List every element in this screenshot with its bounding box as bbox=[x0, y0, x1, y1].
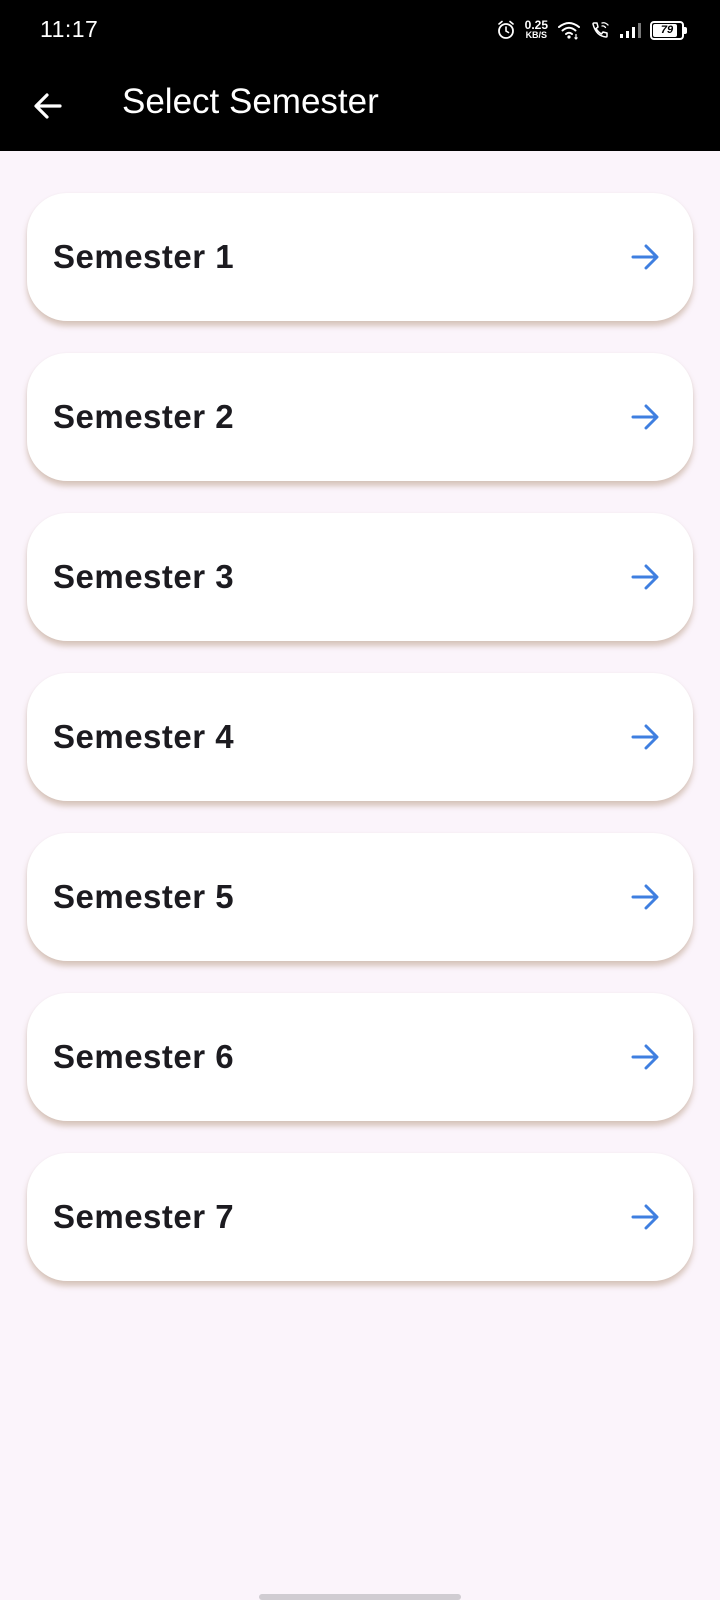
net-speed-unit: KB/S bbox=[525, 30, 548, 40]
wifi-calling-icon bbox=[590, 20, 610, 40]
arrow-forward-icon bbox=[627, 1039, 663, 1075]
net-speed-value: 0.25 bbox=[524, 18, 548, 32]
semester-label: Semester 7 bbox=[53, 1198, 235, 1235]
semester-label: Semester 1 bbox=[53, 238, 235, 275]
semester-card-6[interactable]: Semester 6 bbox=[27, 993, 693, 1121]
semester-card-3[interactable]: Semester 3 bbox=[27, 513, 693, 641]
status-icons: 0.25 KB/S 79 bbox=[496, 17, 687, 43]
wifi-icon bbox=[557, 20, 581, 40]
arrow-forward-icon bbox=[627, 399, 663, 435]
arrow-forward-icon bbox=[627, 1199, 663, 1235]
signal-icon bbox=[619, 21, 641, 39]
back-button[interactable] bbox=[20, 78, 76, 134]
battery-icon: 79 bbox=[650, 20, 687, 40]
status-time: 11:17 bbox=[40, 16, 99, 42]
semester-label: Semester 4 bbox=[53, 718, 235, 755]
semester-card-7[interactable]: Semester 7 bbox=[27, 1153, 693, 1281]
semester-card-4[interactable]: Semester 4 bbox=[27, 673, 693, 801]
semester-label: Semester 5 bbox=[53, 878, 235, 915]
semester-card-1[interactable]: Semester 1 bbox=[27, 193, 693, 321]
semester-list: Semester 1 Semester 2 Semester 3 Semeste… bbox=[27, 193, 693, 1313]
semester-card-2[interactable]: Semester 2 bbox=[27, 353, 693, 481]
status-bar: 11:17 0.25 KB/S 79 bbox=[0, 0, 720, 58]
battery-level: 79 bbox=[660, 24, 674, 36]
page-title: Select Semester bbox=[122, 82, 379, 121]
home-indicator bbox=[259, 1594, 461, 1600]
semester-label: Semester 3 bbox=[53, 558, 235, 595]
arrow-forward-icon bbox=[627, 719, 663, 755]
semester-label: Semester 2 bbox=[53, 398, 235, 435]
arrow-back-icon bbox=[34, 93, 62, 119]
alarm-icon bbox=[496, 20, 516, 40]
net-speed: 0.25 KB/S bbox=[524, 18, 548, 40]
app-bar: Select Semester bbox=[0, 58, 720, 151]
semester-label: Semester 6 bbox=[53, 1038, 235, 1075]
arrow-forward-icon bbox=[627, 559, 663, 595]
semester-card-5[interactable]: Semester 5 bbox=[27, 833, 693, 961]
arrow-forward-icon bbox=[627, 879, 663, 915]
arrow-forward-icon bbox=[627, 239, 663, 275]
